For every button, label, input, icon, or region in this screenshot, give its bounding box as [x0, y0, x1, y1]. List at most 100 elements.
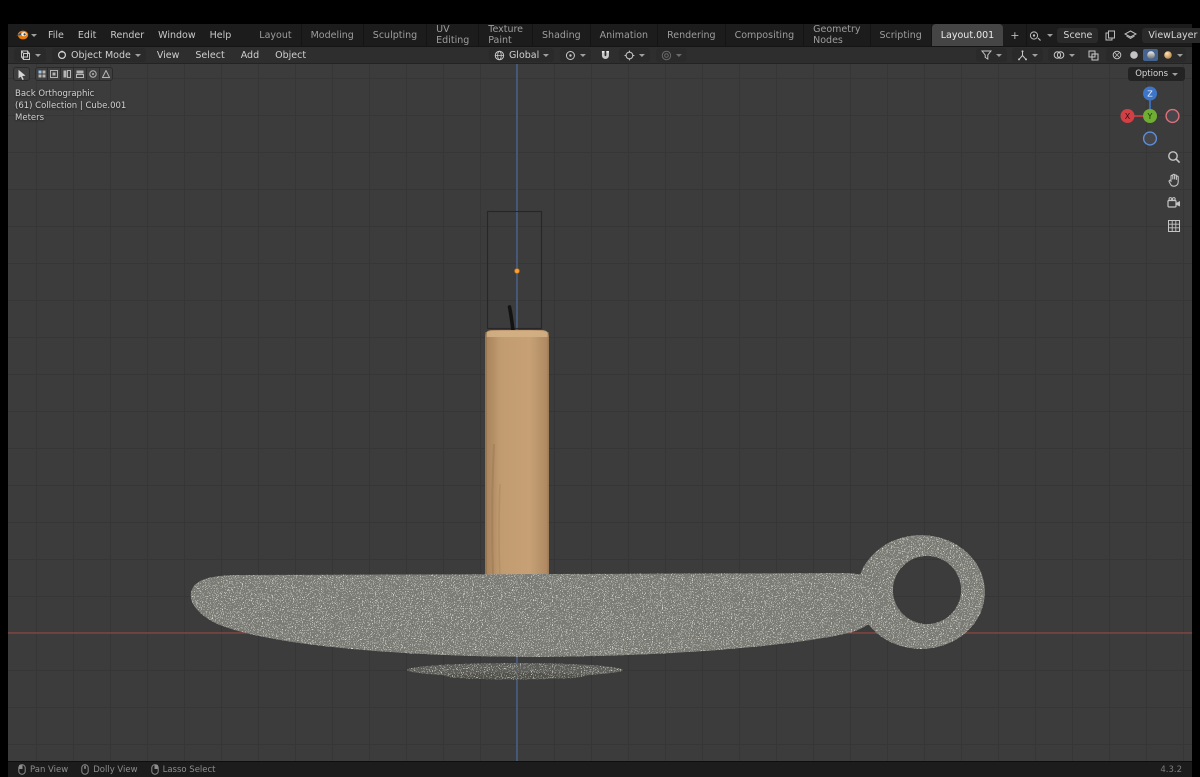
active-tool-button[interactable] [13, 67, 30, 81]
new-scene-button[interactable] [1102, 28, 1118, 43]
workspace-tab-active[interactable]: Layout.001 [932, 24, 1003, 46]
menu-edit[interactable]: Edit [71, 24, 103, 46]
browse-scene-button[interactable] [1027, 28, 1043, 43]
mini-grid-icon [50, 70, 58, 78]
transform-orientation-selector[interactable]: Global [489, 48, 554, 62]
gizmo-x-label: X [1125, 112, 1131, 121]
chevron-down-icon [543, 54, 549, 57]
menu-window[interactable]: Window [151, 24, 202, 46]
chevron-down-icon [580, 54, 586, 57]
workspace-tabs: Layout Modeling Sculpting UV Editing Tex… [250, 24, 1027, 46]
viewport-3d[interactable]: Options Back Orthographic (61) Collectio… [8, 64, 1192, 761]
copy-icon [1105, 30, 1116, 41]
mini-grid-icon [76, 70, 84, 78]
gizmo-z-negative-ball[interactable] [1144, 132, 1157, 145]
gizmo-z-label: Z [1147, 90, 1153, 99]
shading-mode-group [1106, 48, 1186, 62]
pivot-point-selector[interactable] [560, 48, 591, 62]
zoom-button[interactable] [1165, 148, 1183, 166]
candle-object[interactable] [485, 330, 549, 578]
menu-object[interactable]: Object [270, 50, 311, 61]
scene-browse-icon [1029, 30, 1042, 41]
editor-type-button[interactable] [14, 48, 46, 62]
workspace-tab[interactable]: Scripting [871, 24, 932, 46]
snap-target-selector[interactable] [619, 48, 650, 62]
tool-option-button[interactable] [61, 67, 74, 81]
mode-label: Object Mode [71, 50, 131, 61]
shading-wireframe-button[interactable] [1109, 49, 1124, 61]
shading-wireframe-icon [1112, 50, 1122, 60]
statusbar: Pan View Dolly View Lasso Select 4.3.2 [8, 761, 1192, 777]
workspace-tab[interactable]: Layout [250, 24, 301, 46]
mouse-icon [81, 764, 89, 775]
object-visibility-selector[interactable] [976, 48, 1007, 62]
mini-grid-icon [102, 70, 110, 78]
workspace-tab[interactable]: Sculpting [364, 24, 427, 46]
menu-view[interactable]: View [152, 50, 185, 61]
navigation-gizmo[interactable]: Z X Y [1120, 86, 1180, 146]
gizmo-x-negative-ball[interactable] [1166, 110, 1179, 123]
menu-render[interactable]: Render [103, 24, 151, 46]
shading-rendered-button[interactable] [1160, 49, 1175, 61]
proportional-editing-selector[interactable] [656, 48, 687, 62]
pan-button[interactable] [1165, 171, 1183, 189]
chevron-down-icon[interactable] [1047, 34, 1053, 37]
snap-target-icon [624, 50, 635, 61]
shading-solid-icon [1129, 50, 1139, 60]
editor-3d-viewport-icon [19, 50, 31, 61]
xray-toggle[interactable] [1085, 48, 1101, 63]
camera-view-button[interactable] [1165, 194, 1183, 212]
workspace-tab[interactable]: Compositing [726, 24, 805, 46]
options-button[interactable]: Options [1128, 67, 1185, 81]
view-layer-field[interactable]: ViewLayer [1142, 28, 1200, 43]
overlays-toggle[interactable] [1048, 48, 1080, 62]
shading-material-button[interactable] [1143, 49, 1158, 61]
statusbar-hint: Dolly View [81, 764, 137, 775]
workspace-tab[interactable]: Rendering [658, 24, 726, 46]
tool-option-button[interactable] [48, 67, 61, 81]
menu-select[interactable]: Select [190, 50, 229, 61]
workspace-tab[interactable]: Texture Paint [479, 24, 533, 46]
stone-dish-object[interactable] [191, 535, 985, 657]
mode-selector[interactable]: Object Mode [52, 48, 146, 62]
view-layer-button[interactable] [1122, 28, 1138, 43]
tool-option-button[interactable] [87, 67, 100, 81]
statusbar-hint: Lasso Select [151, 764, 216, 775]
gizmos-toggle[interactable] [1012, 48, 1043, 62]
toggle-ortho-button[interactable] [1165, 217, 1183, 235]
menu-file[interactable]: File [41, 24, 71, 46]
cursor-tool-icon [17, 69, 27, 80]
object-mode-icon [57, 50, 67, 60]
pan-hand-icon [1167, 173, 1181, 187]
workspace-tab[interactable]: Shading [533, 24, 591, 46]
options-label: Options [1135, 69, 1168, 79]
layers-icon [1124, 30, 1137, 41]
scene-name: Scene [1063, 30, 1092, 41]
viewport-info-text: Back Orthographic (61) Collection | Cube… [15, 88, 126, 124]
chevron-down-icon [676, 54, 682, 57]
view-label: Back Orthographic [15, 88, 126, 100]
filter-funnel-icon [981, 50, 992, 60]
light-origin-dot[interactable] [515, 269, 520, 274]
workspace-tab[interactable]: Modeling [302, 24, 364, 46]
tool-option-button[interactable] [35, 67, 48, 81]
app-menu-button[interactable] [8, 24, 41, 46]
mini-grid-icon [38, 70, 46, 78]
scene-name-field[interactable]: Scene [1057, 28, 1098, 43]
workspace-tab[interactable]: Geometry Nodes [804, 24, 870, 46]
shading-solid-button[interactable] [1126, 49, 1141, 61]
menu-help[interactable]: Help [203, 24, 239, 46]
tool-option-button[interactable] [74, 67, 87, 81]
candle-wick[interactable] [510, 307, 514, 331]
add-workspace-button[interactable]: + [1003, 24, 1027, 46]
tool-option-button[interactable] [100, 67, 113, 81]
hint-label: Lasso Select [163, 765, 216, 775]
workspace-tab[interactable]: Animation [591, 24, 658, 46]
chevron-down-icon [1032, 54, 1038, 57]
active-object-label: (61) Collection | Cube.001 [15, 100, 126, 112]
chevron-down-icon[interactable] [1177, 54, 1183, 57]
menu-add[interactable]: Add [236, 50, 264, 61]
snap-toggle-button[interactable] [597, 48, 613, 63]
xray-icon [1088, 50, 1099, 61]
workspace-tab[interactable]: UV Editing [427, 24, 479, 46]
